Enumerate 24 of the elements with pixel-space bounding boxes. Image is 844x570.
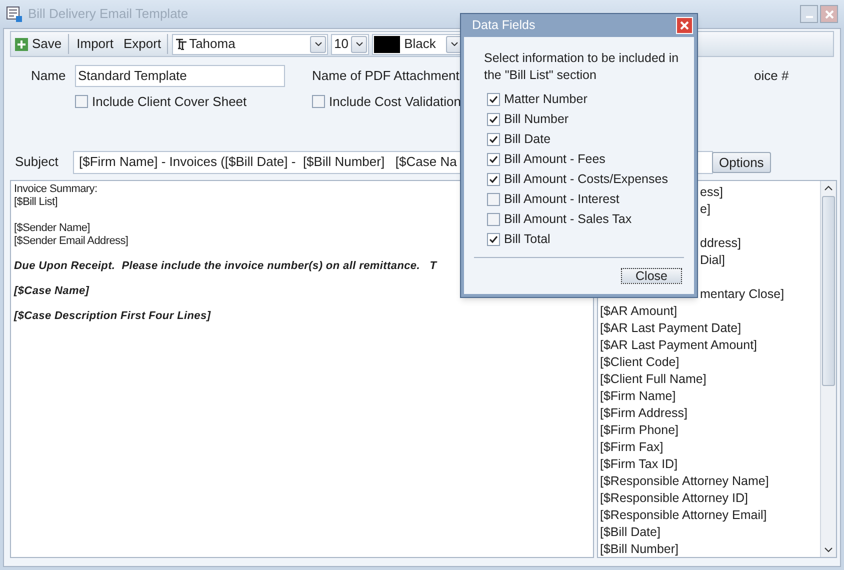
editor-line: Invoice Summary: (14, 182, 98, 196)
editor-line: [$Sender Name] (14, 222, 90, 234)
editor-line: [$Bill List] (14, 196, 58, 208)
editor-line: [$Case Name] (14, 284, 90, 298)
window-title: Bill Delivery Email Template (28, 5, 188, 24)
editor-line: [$Case Description First Four Lines] (14, 310, 211, 322)
name-label: Name (31, 67, 67, 86)
font-size: 10 (334, 35, 350, 54)
font-name: Tahoma (189, 35, 236, 54)
dialog-title: Data Fields (472, 17, 536, 34)
option-label: Bill Date (504, 130, 551, 148)
pdf-name-label: Name of PDF Attachment (312, 67, 460, 86)
color-name: Black (404, 35, 437, 54)
option-label: Matter Number (504, 90, 588, 108)
checkbox-label: Include Client Cover Sheet (92, 93, 247, 111)
checkbox-label: Include Cost Validation (329, 93, 462, 111)
option-label: Bill Number (504, 110, 569, 128)
editor-line: [$Sender Email Address] (14, 234, 128, 248)
dialog-instructions: Select information to be included in the "Bill List" section (484, 50, 680, 84)
option-label: Bill Total (504, 230, 550, 248)
invoice-label: oice # (754, 67, 789, 86)
editor-line: Due Upon Receipt. Please include the invoice number(s) on all remittance. T (14, 260, 437, 272)
subject-label: Subject (15, 153, 60, 172)
option-label: Bill Amount - Fees (504, 150, 606, 168)
